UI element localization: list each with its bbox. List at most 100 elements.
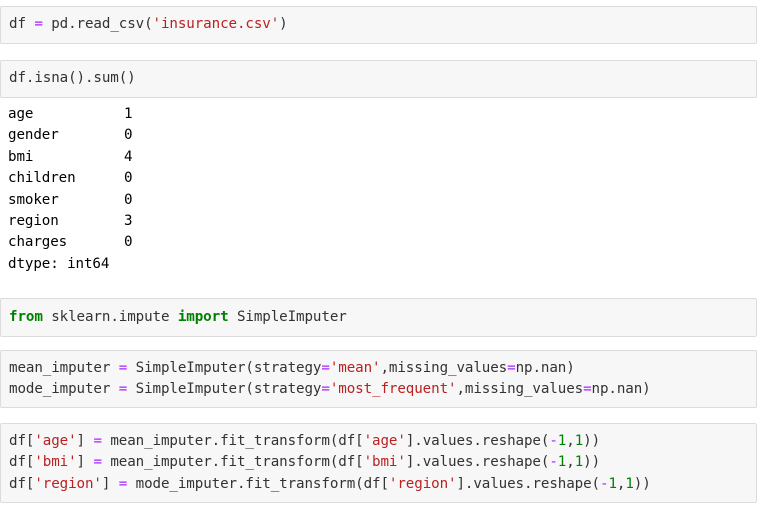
code-token: ].values.reshape(	[456, 475, 600, 492]
code-token: mode_imputer	[9, 381, 119, 398]
code-token: 1	[557, 433, 567, 449]
code-token: )	[279, 16, 288, 32]
output-missing-count: 1	[124, 106, 133, 122]
code-line: mean_imputer = SimpleImputer(strategy='m…	[9, 358, 756, 379]
code-token: sklearn.impute	[42, 309, 178, 325]
code-token: ].values.reshape(	[405, 433, 550, 449]
code-line: df['bmi'] = mean_imputer.fit_transform(d…	[9, 452, 756, 473]
output-column-name: region	[8, 212, 59, 229]
output-missing-count: 0	[124, 170, 133, 187]
output-column-name: smoker	[8, 191, 59, 208]
code-token: from	[9, 309, 43, 325]
code-token: ))	[583, 454, 601, 471]
output-column-name: age	[8, 106, 34, 122]
code-token: np.nan)	[591, 381, 651, 398]
code-token: 1	[625, 475, 634, 492]
output-row: children 0	[8, 168, 757, 189]
code-token: 'bmi'	[34, 454, 77, 471]
output-missing-count: 0	[124, 191, 133, 208]
code-token: 'region'	[388, 475, 457, 492]
code-token: mean_imputer	[9, 360, 119, 376]
code-line: df = pd.read_csv('insurance.csv')	[9, 14, 756, 35]
code-token: 'most_frequent'	[329, 381, 457, 398]
code-token: 'mean'	[329, 360, 381, 376]
code-line: from sklearn.impute import SimpleImputer	[9, 307, 756, 328]
code-token: 'age'	[363, 433, 406, 449]
code-token: =	[118, 360, 128, 376]
code-line: df.isna().sum()	[9, 68, 756, 89]
code-token: import	[177, 309, 229, 325]
output-column-name: charges	[8, 234, 68, 251]
code-editor[interactable]: df.isna().sum()	[1, 61, 756, 89]
code-token: =	[93, 433, 102, 449]
code-token: -	[549, 454, 558, 471]
code-cell-read-csv[interactable]: df = pd.read_csv('insurance.csv')	[0, 6, 757, 44]
output-row: smoker 0	[8, 190, 757, 211]
code-token: ]	[101, 475, 119, 492]
code-token: mean_imputer.fit_transform(df[	[101, 433, 364, 449]
code-line: df['region'] = mode_imputer.fit_transfor…	[9, 474, 756, 495]
code-line: df['age'] = mean_imputer.fit_transform(d…	[9, 431, 756, 452]
code-cell-import-simpleimputer[interactable]: from sklearn.impute import SimpleImputer	[0, 298, 757, 337]
code-token: 1	[574, 454, 584, 471]
output-row: region 3	[8, 211, 757, 232]
code-token: 1	[557, 454, 567, 471]
code-token: SimpleImputer	[228, 309, 347, 325]
code-token: df.isna().sum()	[9, 70, 136, 86]
output-missing-count: 0	[124, 234, 133, 251]
code-token: 'age'	[34, 433, 77, 449]
code-token: -	[549, 433, 558, 449]
code-token: ].values.reshape(	[405, 454, 550, 471]
output-missing-count: 4	[124, 148, 133, 165]
code-token: 'bmi'	[363, 454, 406, 471]
code-token: df[	[9, 454, 35, 471]
code-token: ,missing_values	[456, 381, 584, 398]
code-token: ))	[583, 433, 601, 449]
code-editor[interactable]: mean_imputer = SimpleImputer(strategy='m…	[1, 351, 756, 401]
code-token: pd.read_csv(	[42, 16, 153, 32]
code-token: SimpleImputer(strategy	[127, 381, 322, 398]
code-editor[interactable]: from sklearn.impute import SimpleImputer	[1, 299, 756, 328]
code-token: ,missing_values	[380, 360, 508, 376]
output-dtype: dtype: int64	[8, 255, 110, 272]
code-cell-fit-transform[interactable]: df['age'] = mean_imputer.fit_transform(d…	[0, 423, 757, 503]
output-row: bmi 4	[8, 147, 757, 168]
output-row: charges 0	[8, 232, 757, 253]
output-column-name: bmi	[8, 148, 34, 165]
code-token: mode_imputer.fit_transform(df[	[127, 475, 389, 492]
code-token: =	[118, 475, 128, 492]
code-cell-define-imputers[interactable]: mean_imputer = SimpleImputer(strategy='m…	[0, 350, 757, 408]
output-column-name: children	[8, 170, 76, 187]
code-token: np.nan)	[515, 360, 575, 376]
code-token: =	[321, 360, 330, 376]
code-token: df[	[9, 475, 35, 492]
cell-output-isna-sum: age 1 gender 0 bmi 4 children 0 smoker 0 region 3 ch…	[0, 104, 757, 276]
code-token: =	[34, 16, 43, 32]
code-token: ]	[76, 433, 94, 449]
output-missing-count: 0	[124, 127, 133, 144]
code-token: ,	[566, 454, 575, 471]
code-token: =	[118, 381, 128, 398]
code-token: mean_imputer.fit_transform(df[	[101, 454, 364, 471]
code-cell-isna-sum[interactable]: df.isna().sum()	[0, 60, 757, 98]
code-token: ,	[566, 433, 575, 449]
code-token: =	[507, 360, 516, 376]
code-token: =	[321, 381, 330, 398]
code-editor[interactable]: df['age'] = mean_imputer.fit_transform(d…	[1, 424, 756, 495]
output-missing-count: 3	[124, 212, 133, 229]
code-token: =	[583, 381, 592, 398]
output-column-name: gender	[8, 127, 59, 144]
code-token: ))	[633, 475, 651, 492]
output-row: age 1	[8, 104, 757, 125]
code-line: mode_imputer = SimpleImputer(strategy='m…	[9, 379, 756, 400]
code-token: =	[93, 454, 102, 471]
code-token: ]	[76, 454, 94, 471]
code-token: 1	[574, 433, 584, 449]
code-editor[interactable]: df = pd.read_csv('insurance.csv')	[1, 7, 756, 35]
code-token: 1	[608, 475, 617, 492]
code-token: 'region'	[34, 475, 102, 492]
output-row: gender 0	[8, 125, 757, 146]
code-token: df[	[9, 433, 35, 449]
code-token: df	[9, 16, 35, 32]
code-token: SimpleImputer(strategy	[127, 360, 322, 376]
